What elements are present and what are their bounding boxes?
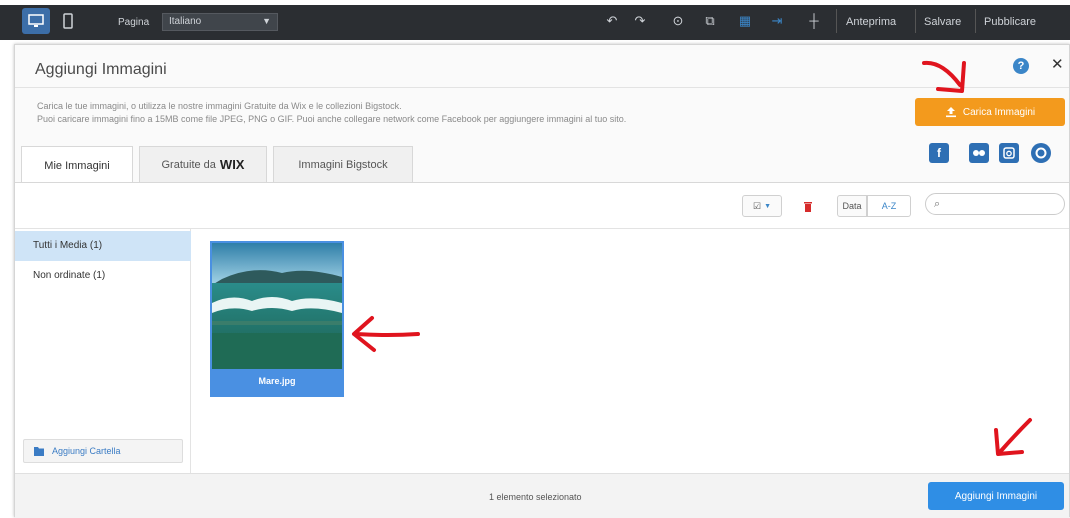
tab-bigstock[interactable]: Immagini Bigstock	[273, 146, 413, 182]
picasa-icon[interactable]	[1031, 143, 1051, 163]
tab-my-images[interactable]: Mie Immagini	[21, 146, 133, 184]
copy-icon[interactable]: ⧉	[700, 11, 720, 31]
add-images-dialog: Aggiungi Immagini ? ✕ Carica le tue imma…	[14, 44, 1070, 518]
search-icon: ⌕	[934, 198, 941, 210]
zoom-icon[interactable]: ⊙	[668, 11, 688, 31]
publish-button[interactable]: Pubblicare	[984, 16, 1036, 28]
instagram-shape	[1003, 147, 1015, 159]
upload-button-label: Carica Immagini	[962, 106, 1036, 118]
add-folder-button[interactable]: Aggiungi Cartella	[23, 439, 183, 463]
instagram-icon[interactable]	[999, 143, 1019, 163]
facebook-icon[interactable]: f	[929, 143, 949, 163]
divider	[975, 9, 976, 33]
selection-status: 1 elemento selezionato	[489, 492, 582, 502]
sidebar-item-all-media[interactable]: Tutti i Media (1)	[15, 231, 191, 261]
sort-date-button[interactable]: Data	[837, 195, 867, 217]
align-icon[interactable]: ⇥	[767, 11, 787, 31]
help-icon[interactable]: ?	[1013, 58, 1029, 74]
media-item-name: Mare.jpg	[258, 376, 296, 386]
folder-sidebar: Tutti i Media (1) Non ordinate (1) Aggiu…	[15, 229, 191, 473]
sidebar-item-label: Tutti i Media (1)	[33, 240, 103, 251]
page-label: Pagina	[118, 17, 150, 28]
flickr-icon[interactable]	[969, 143, 989, 163]
divider	[915, 9, 916, 33]
sort-date-label: Data	[842, 201, 862, 211]
sea-image-thumbnail	[212, 243, 342, 369]
desktop-icon	[28, 14, 44, 27]
trash-icon	[804, 202, 812, 212]
search-input[interactable]: ⌕	[925, 193, 1065, 215]
desktop-view-button[interactable]	[22, 8, 50, 34]
sidebar-item-label: Non ordinate (1)	[33, 270, 106, 281]
preview-button[interactable]: Anteprima	[846, 16, 896, 28]
page-select[interactable]: Italiano ▼	[162, 13, 278, 31]
title-divider	[15, 87, 1069, 88]
wix-logo: WIX	[219, 157, 245, 172]
dialog-title: Aggiungi Immagini	[35, 61, 167, 78]
add-images-label: Aggiungi Immagini	[954, 490, 1038, 502]
checkbox-icon: ☑	[752, 200, 762, 211]
tab-label: Gratuite da	[161, 158, 216, 171]
upload-images-button[interactable]: Carica Immagini	[915, 98, 1065, 126]
media-toolbar: ☑ ▼ Data A-Z ⌕	[15, 183, 1069, 229]
delete-button[interactable]	[795, 195, 821, 217]
save-button[interactable]: Salvare	[924, 16, 961, 28]
close-icon[interactable]: ✕	[1051, 55, 1064, 73]
chevron-down-icon: ▼	[764, 202, 771, 210]
chevron-down-icon: ▼	[262, 16, 271, 26]
top-strip	[0, 0, 1070, 5]
sort-az-label: A-Z	[881, 201, 897, 211]
editor-topbar: Pagina Italiano ▼ ↶ ↷ ⊙ ⧉ ▦ ⇥ ┼ Anteprim…	[0, 0, 1070, 40]
divider	[836, 9, 837, 33]
sidebar-item-unsorted[interactable]: Non ordinate (1)	[15, 261, 191, 291]
media-item[interactable]: Mare.jpg	[210, 241, 344, 397]
description-line-2: Puoi caricare immagini fino a 15MB come …	[37, 114, 627, 124]
tab-label: Mie Immagini	[44, 159, 110, 172]
grid-icon[interactable]: ▦	[735, 11, 755, 31]
picasa-shape	[1035, 147, 1047, 159]
sort-az-button[interactable]: A-Z	[867, 195, 911, 217]
tab-label: Immagini Bigstock	[298, 158, 388, 171]
add-folder-label: Aggiungi Cartella	[52, 446, 121, 456]
redo-icon[interactable]: ↷	[630, 11, 650, 31]
mobile-icon	[63, 13, 73, 29]
rulers-icon[interactable]: ┼	[804, 11, 824, 31]
mobile-view-button[interactable]	[54, 8, 82, 34]
tab-free-wix[interactable]: Gratuite da WIX	[139, 146, 267, 182]
page-select-value: Italiano	[169, 16, 202, 27]
flickr-dots	[973, 150, 985, 156]
select-dropdown-button[interactable]: ☑ ▼	[742, 195, 782, 217]
upload-icon	[945, 107, 956, 118]
undo-icon[interactable]: ↶	[602, 11, 622, 31]
folder-plus-icon	[34, 447, 44, 456]
description-line-1: Carica le tue immagini, o utilizza le no…	[37, 101, 402, 111]
add-images-button[interactable]: Aggiungi Immagini	[928, 482, 1064, 510]
